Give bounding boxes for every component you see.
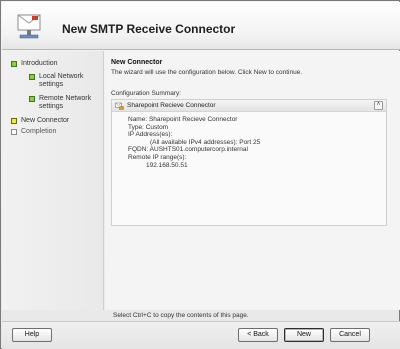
step-pending-marker — [11, 129, 17, 135]
nav-step-new-connector: New Connector — [11, 117, 69, 125]
new-button[interactable]: New — [284, 328, 324, 342]
wizard-window: New SMTP Receive Connector Introduction … — [0, 0, 400, 349]
step-complete-marker — [29, 96, 35, 102]
nav-step-label: Introduction — [21, 60, 58, 67]
help-button[interactable]: Help — [12, 328, 52, 342]
summary-remote-value: 192.168.50.51 — [146, 161, 188, 169]
nav-step-completion: Completion — [11, 128, 56, 136]
nav-step-label: New Connector — [21, 117, 70, 124]
nav-step-introduction: Introduction — [11, 60, 58, 68]
summary-type: Type: Custom — [128, 123, 169, 131]
cancel-button[interactable]: Cancel — [330, 328, 370, 342]
nav-step-remote-network: Remote Network settings — [29, 95, 99, 111]
page-description: The wizard will use the configuration be… — [111, 69, 303, 76]
wizard-page: New Connector The wizard will use the co… — [105, 51, 400, 310]
summary-name: Name: Sharepoint Recieve Connector — [128, 116, 238, 123]
configuration-summary[interactable]: Sharepoint Recieve Connector ˄ Name: Sha… — [111, 99, 387, 226]
summary-fqdn: FQDN: AUSHTS01.computercorp.internal — [128, 146, 248, 154]
step-current-marker — [11, 118, 17, 124]
nav-step-local-network: Local Network settings — [29, 73, 99, 89]
double-chevron-up-icon[interactable]: ˄ — [374, 101, 383, 110]
summary-ip-header: IP Address(es): — [128, 131, 173, 139]
envelope-connector-icon — [17, 14, 41, 39]
wizard-header: New SMTP Receive Connector — [2, 2, 400, 50]
step-complete-marker — [29, 74, 35, 80]
back-button[interactable]: < Back — [238, 328, 278, 342]
summary-remote-header: Remote IP range(s): — [128, 153, 187, 161]
summary-ip-value: (All available IPv4 addresses): Port 25 — [150, 138, 261, 146]
step-complete-marker — [11, 61, 17, 67]
page-title: New Connector — [111, 59, 163, 66]
nav-step-label: Remote Network settings — [39, 95, 92, 110]
connector-icon — [115, 102, 124, 110]
summary-caption: Configuration Summary: — [111, 90, 182, 97]
wizard-title: New SMTP Receive Connector — [62, 22, 236, 36]
nav-step-label: Completion — [21, 128, 57, 135]
wizard-steps-nav: Introduction Local Network settings Remo… — [2, 51, 104, 310]
summary-details: Name: Sharepoint Recieve Connector Type:… — [128, 116, 260, 169]
summary-header: Sharepoint Recieve Connector ˄ — [112, 100, 386, 112]
copy-hint: Select Ctrl+C to copy the contents of th… — [113, 312, 249, 319]
button-bar: Help < Back New Cancel — [2, 321, 400, 349]
nav-step-label: Local Network settings — [39, 73, 84, 88]
summary-connector-name: Sharepoint Recieve Connector — [127, 102, 216, 109]
